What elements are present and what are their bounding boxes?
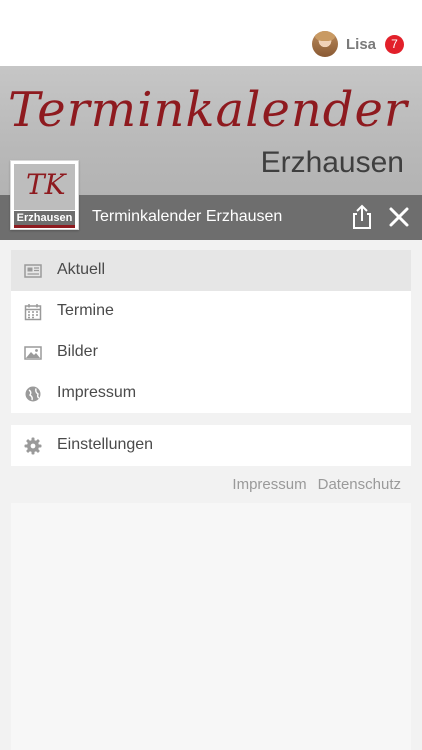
image-icon (24, 346, 42, 360)
datenschutz-link[interactable]: Datenschutz (318, 476, 401, 493)
logo-label: Erzhausen (14, 211, 75, 225)
notification-badge[interactable]: 7 (385, 34, 404, 54)
impressum-link[interactable]: Impressum (232, 476, 306, 493)
banner-place: Erzhausen (260, 146, 404, 179)
page-title: Terminkalender Erzhausen (92, 208, 283, 225)
menu-item-aktuell[interactable]: Aktuell (11, 250, 411, 291)
settings-menu: Einstellungen (11, 425, 411, 466)
user-name[interactable]: Lisa (346, 36, 376, 53)
user-menu[interactable]: Lisa 7 (311, 30, 404, 58)
globe-icon (25, 386, 41, 402)
content-background (11, 503, 411, 750)
menu-item-label: Einstellungen (57, 436, 154, 453)
menu-item-label: Termine (57, 302, 114, 319)
share-button[interactable] (348, 203, 376, 231)
logo-mark: TK (26, 168, 66, 201)
menu-item-impressum[interactable]: Impressum (11, 373, 411, 414)
menu-item-label: Aktuell (57, 261, 106, 278)
calendar-icon (24, 304, 42, 321)
menu-item-einstellungen[interactable]: Einstellungen (11, 425, 411, 466)
close-button[interactable] (386, 204, 412, 230)
app-logo: TK Erzhausen (10, 160, 79, 230)
avatar[interactable] (311, 31, 338, 57)
newspaper-icon (24, 264, 42, 278)
menu-item-termine[interactable]: Termine (11, 291, 411, 332)
share-icon (353, 204, 371, 229)
footer-links: Impressum Datenschutz (232, 476, 401, 493)
gear-icon (24, 437, 42, 455)
banner-title: Terminkalender (8, 82, 408, 138)
close-icon (389, 207, 409, 227)
menu-item-bilder[interactable]: Bilder (11, 332, 411, 373)
menu-item-label: Bilder (57, 343, 98, 360)
menu-item-label: Impressum (57, 384, 137, 401)
top-bar: Lisa 7 (0, 0, 422, 66)
main-menu: Aktuell Termine Bilder Impressum (11, 250, 411, 413)
